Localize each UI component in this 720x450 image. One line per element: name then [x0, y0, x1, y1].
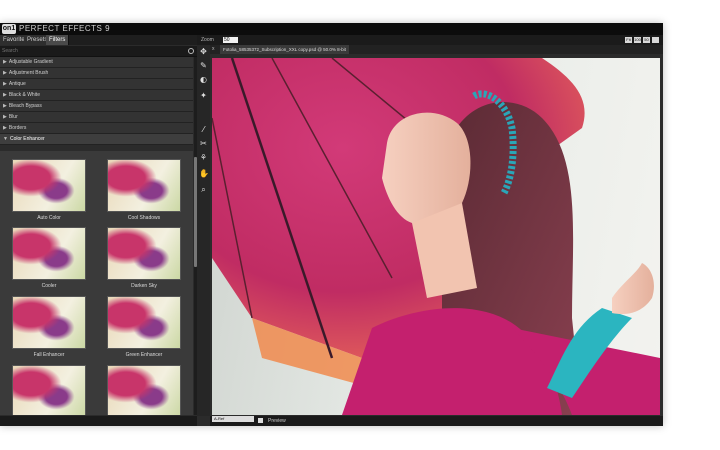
category-antique[interactable]: ▶ Antique [0, 79, 193, 90]
preset-thumbnail-image [107, 365, 181, 415]
preset-label: Fall Enhancer [33, 352, 65, 358]
tab-filters[interactable]: Filters [46, 35, 70, 45]
preview-checkbox[interactable] [258, 418, 263, 423]
preset-label: Auto Color [37, 215, 61, 221]
preset-label: Cool Shadows [127, 215, 161, 221]
preset-thumbnail-image [107, 296, 181, 349]
expand-arrow-icon: ▶ [3, 103, 7, 109]
expand-arrow-icon: ▶ [3, 114, 7, 120]
preset-next-1[interactable] [12, 365, 86, 415]
preset-thumbnail-image [107, 227, 181, 280]
category-adjustable-gradient[interactable]: ▶ Adjustable Gradient [0, 57, 193, 68]
category-blur[interactable]: ▶ Blur [0, 112, 193, 123]
app-window: on1 PERFECT EFFECTS 9 Favorites Presets … [0, 23, 663, 426]
retouch-tool-icon[interactable]: ✦ [199, 91, 208, 100]
category-color-enhancer[interactable]: ▼ Color Enhancer [0, 134, 193, 145]
search-input[interactable] [2, 46, 184, 56]
canvas-status-bar: A-Ref Preview [210, 416, 663, 426]
collapse-arrow-icon: ▼ [3, 136, 8, 142]
category-black-white[interactable]: ▶ Black & White [0, 90, 193, 101]
preset-thumbnail-grid: Auto Color Cool Shadows Cooler Darken Sk… [0, 151, 193, 415]
transform-tool-icon[interactable]: ✥ [199, 47, 208, 56]
category-label: Blur [8, 114, 18, 120]
mode-select[interactable]: A-Ref [212, 416, 254, 422]
search-icon[interactable] [188, 48, 194, 54]
preset-label: Cooler [41, 283, 57, 289]
preset-label: Darken Sky [131, 283, 157, 289]
zoom-label: Zoom [201, 37, 214, 43]
search-bar [0, 46, 197, 57]
preset-fall-enhancer[interactable]: Fall Enhancer [12, 296, 86, 358]
preset-label: Green Enhancer [125, 352, 163, 358]
preset-thumbnail-image [12, 365, 86, 415]
category-label: Adjustable Gradient [8, 59, 53, 65]
filter-category-list: ▶ Adjustable Gradient ▶ Adjustment Brush ▶… [0, 57, 193, 145]
browser-status-bar [0, 416, 197, 426]
title-bar: on1 PERFECT EFFECTS 9 [0, 23, 663, 35]
close-document-icon[interactable]: x [212, 45, 215, 54]
document-tab-bar: x Fotolia_58535372_Subscription_XXL copy… [210, 45, 663, 54]
photo-woman-with-umbrella [212, 58, 660, 415]
browser-tabs: Favorites Presets Filters [0, 35, 197, 45]
fit-button[interactable]: Fit [625, 37, 632, 43]
fullscreen-button[interactable] [652, 37, 659, 43]
brush-tool-icon[interactable]: ✎ [199, 61, 208, 70]
category-label: Borders [8, 125, 27, 131]
category-label: Antique [8, 81, 26, 87]
expand-arrow-icon: ▶ [3, 59, 7, 65]
preset-next-2[interactable] [107, 365, 181, 415]
view-toolbar: Zoom 50 Fit 100 50 [197, 35, 663, 45]
category-label: Color Enhancer [9, 136, 45, 142]
zoom-tool-icon[interactable]: ⌕ [199, 185, 208, 194]
expand-arrow-icon: ▶ [3, 125, 7, 131]
stamp-tool-icon[interactable]: ⚘ [199, 153, 208, 162]
category-label: Adjustment Brush [8, 70, 49, 76]
expand-arrow-icon: ▶ [3, 70, 7, 76]
preview-label: Preview [268, 418, 286, 424]
preset-cool-shadows[interactable]: Cool Shadows [107, 159, 181, 221]
zoom-50-button[interactable]: 50 [643, 37, 650, 43]
gradient-tool-icon[interactable]: ◐ [199, 75, 208, 84]
eyedropper-tool-icon[interactable]: ⁄ [199, 125, 208, 134]
category-bleach-bypass[interactable]: ▶ Bleach Bypass [0, 101, 193, 112]
preset-darken-sky[interactable]: Darken Sky [107, 227, 181, 289]
preset-thumbnail-image [12, 159, 86, 212]
image-canvas[interactable] [212, 58, 660, 415]
preset-green-enhancer[interactable]: Green Enhancer [107, 296, 181, 358]
preset-thumbnail-image [107, 159, 181, 212]
preset-thumbnail-image [12, 296, 86, 349]
category-label: Bleach Bypass [8, 103, 42, 109]
preset-cooler[interactable]: Cooler [12, 227, 86, 289]
category-adjustment-brush[interactable]: ▶ Adjustment Brush [0, 68, 193, 79]
zoom-select[interactable]: 50 [223, 37, 238, 43]
preset-thumbnail-image [12, 227, 86, 280]
app-title: PERFECT EFFECTS 9 [19, 24, 111, 33]
document-tab[interactable]: Fotolia_58535372_Subscription_XXL copy.p… [220, 45, 349, 54]
category-borders[interactable]: ▶ Borders [0, 123, 193, 134]
preset-auto-color[interactable]: Auto Color [12, 159, 86, 221]
hand-tool-icon[interactable]: ✋ [199, 169, 209, 178]
expand-arrow-icon: ▶ [3, 92, 7, 98]
tool-palette: ✥ ✎ ◐ ✦ ⁄ ✂ ⚘ ✋ ⌕ [197, 45, 210, 416]
expand-arrow-icon: ▶ [3, 81, 7, 87]
on1-logo: on1 [2, 24, 16, 34]
clone-tool-icon[interactable]: ✂ [199, 139, 208, 148]
category-label: Black & White [8, 92, 40, 98]
zoom-100-button[interactable]: 100 [634, 37, 641, 43]
